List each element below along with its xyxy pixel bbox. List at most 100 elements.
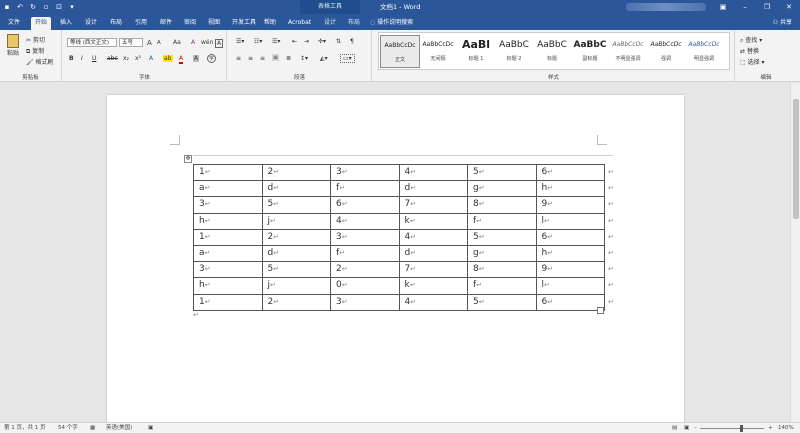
- table-cell[interactable]: h↵: [193, 212, 263, 230]
- tab-table-design[interactable]: 设计: [320, 17, 340, 30]
- table-cell[interactable]: 8↵: [467, 196, 537, 214]
- table-cell[interactable]: 4↵: [398, 228, 468, 246]
- tab-layout[interactable]: 布局: [106, 17, 126, 30]
- shading-icon[interactable]: ◭▾: [320, 55, 328, 62]
- font-color-button[interactable]: A: [179, 55, 184, 64]
- table-cell[interactable]: l↵: [535, 277, 605, 295]
- shrink-font-button[interactable]: A: [157, 40, 161, 46]
- table-cell[interactable]: 1↵: [193, 228, 263, 246]
- print-preview-icon[interactable]: ⊡: [55, 3, 63, 11]
- table-cell[interactable]: 0↵: [330, 277, 400, 295]
- table-cell[interactable]: 8↵: [467, 261, 537, 279]
- share-button[interactable]: ⚇ 共享: [773, 17, 792, 29]
- align-center-icon[interactable]: ≡: [248, 55, 253, 62]
- table-cell[interactable]: 7↵: [398, 261, 468, 279]
- tab-review[interactable]: 审阅: [180, 17, 200, 30]
- table-cell[interactable]: 5↵: [261, 196, 331, 214]
- table-cell[interactable]: 3↵: [330, 293, 400, 311]
- tab-view[interactable]: 视图: [204, 17, 224, 30]
- table-cell[interactable]: 6↵: [330, 196, 400, 214]
- tell-me-search[interactable]: ◌ 操作说明搜索: [370, 17, 413, 29]
- table-cell[interactable]: 2↵: [261, 163, 331, 182]
- table-cell[interactable]: 4↵: [330, 212, 400, 230]
- tab-references[interactable]: 引用: [131, 17, 151, 30]
- table-cell[interactable]: d↵: [261, 244, 331, 263]
- ribbon-display-icon[interactable]: ▣: [712, 3, 734, 11]
- tab-table-layout[interactable]: 布局: [344, 17, 364, 30]
- enclose-char-button[interactable]: 字: [207, 54, 216, 63]
- table-cell[interactable]: 1↵: [193, 293, 263, 311]
- document-icon[interactable]: ▫: [42, 3, 50, 11]
- char-border-button[interactable]: A: [215, 39, 224, 48]
- table-cell[interactable]: 2↵: [330, 261, 400, 279]
- table-cell[interactable]: d↵: [398, 244, 468, 263]
- tab-file[interactable]: 文件: [4, 17, 24, 30]
- zoom-in-icon[interactable]: +: [768, 424, 773, 433]
- read-mode-icon[interactable]: ▤: [672, 424, 677, 433]
- increase-indent-icon[interactable]: ⇥: [304, 38, 309, 45]
- style-intense-emphasis[interactable]: AaBbCcDc 明显强调: [684, 35, 724, 68]
- table-cell[interactable]: 4↵: [398, 163, 468, 182]
- table-cell[interactable]: 2↵: [261, 293, 331, 311]
- table-cell[interactable]: 5↵: [467, 293, 537, 311]
- table-cell[interactable]: 9↵: [535, 261, 605, 279]
- document-page[interactable]: ✥ 1↵ 2↵ 3↵ 4↵ 5↵ 6↵ a↵ d↵ f↵ d↵ g↵ h↵ 3↵ 5↵ 6↵ 7↵ 8↵ 9↵ h↵…: [107, 95, 684, 422]
- table-cell[interactable]: 6↵: [535, 163, 605, 182]
- table-cell[interactable]: 2↵: [261, 228, 331, 246]
- document-area[interactable]: ✥ 1↵ 2↵ 3↵ 4↵ 5↵ 6↵ a↵ d↵ f↵ d↵ g↵ h↵ 3↵ 5↵ 6↵ 7↵ 8↵ 9↵ h↵…: [0, 83, 790, 422]
- zoom-slider-knob[interactable]: [740, 425, 743, 432]
- table-cell[interactable]: d↵: [261, 180, 331, 198]
- format-painter-button[interactable]: 🖌 格式刷: [26, 57, 54, 66]
- show-marks-icon[interactable]: ¶: [350, 38, 354, 45]
- bullets-icon[interactable]: ☰▾: [236, 38, 244, 45]
- table-cell[interactable]: 3↵: [330, 163, 400, 182]
- style-emphasis[interactable]: AaBbCcDc 强调: [646, 35, 686, 68]
- sort-icon[interactable]: ⇅: [336, 38, 341, 45]
- table-cell[interactable]: g↵: [467, 244, 537, 263]
- justify-icon[interactable]: ≡: [272, 54, 280, 61]
- table-cell[interactable]: 3↵: [330, 228, 400, 246]
- align-right-icon[interactable]: ≡: [260, 55, 265, 62]
- word-count[interactable]: 54 个字: [58, 424, 78, 433]
- table-cell[interactable]: 7↵: [398, 196, 468, 214]
- style-title[interactable]: AaBbC 标题: [532, 35, 572, 68]
- table-cell[interactable]: h↵: [535, 180, 605, 198]
- table-cell[interactable]: 3↵: [193, 196, 263, 214]
- language[interactable]: 英语(美国): [106, 424, 132, 433]
- bold-button[interactable]: B: [69, 55, 74, 62]
- replace-button[interactable]: ⇄ 替换: [740, 46, 759, 55]
- table-cell[interactable]: d↵: [398, 180, 468, 198]
- line-spacing-icon[interactable]: ↕▾: [300, 55, 308, 62]
- clear-format-button[interactable]: A: [191, 39, 195, 46]
- table-cell[interactable]: g↵: [467, 180, 537, 198]
- grow-font-button[interactable]: A: [147, 39, 152, 47]
- superscript-button[interactable]: x²: [135, 55, 141, 62]
- table-cell[interactable]: 5↵: [261, 261, 331, 279]
- change-case-button[interactable]: Aa: [173, 39, 181, 46]
- underline-button[interactable]: U: [92, 55, 96, 62]
- customize-qa-icon[interactable]: ▾: [68, 3, 76, 11]
- macro-icon[interactable]: ▣: [148, 424, 153, 433]
- style-heading-2[interactable]: AaBbC 标题 2: [494, 35, 534, 68]
- table-cell[interactable]: 9↵: [535, 196, 605, 214]
- table-cell[interactable]: 3↵: [193, 261, 263, 279]
- table-cell[interactable]: a↵: [193, 180, 263, 198]
- table-cell[interactable]: h↵: [193, 277, 263, 295]
- tab-acrobat[interactable]: Acrobat: [284, 17, 315, 30]
- table-cell[interactable]: k↵: [398, 277, 468, 295]
- paste-button[interactable]: 粘贴: [5, 34, 21, 57]
- table-cell[interactable]: 6↵: [535, 228, 605, 246]
- table-cell[interactable]: f↵: [330, 180, 400, 198]
- table-cell[interactable]: j↵: [261, 277, 331, 295]
- numbering-icon[interactable]: ☷▾: [254, 38, 262, 45]
- table-cell[interactable]: f↵: [330, 244, 400, 263]
- table-cell[interactable]: j↵: [261, 212, 331, 230]
- table-cell[interactable]: 4↵: [398, 293, 468, 311]
- table-cell[interactable]: a↵: [193, 244, 263, 263]
- table-cell[interactable]: f↵: [467, 277, 537, 295]
- table-resize-handle[interactable]: [597, 307, 604, 314]
- style-heading-1[interactable]: AaBl 标题 1: [456, 35, 496, 68]
- table-cell[interactable]: 5↵: [467, 163, 537, 182]
- table-cell[interactable]: k↵: [398, 212, 468, 230]
- tab-developer[interactable]: 开发工具: [228, 17, 260, 30]
